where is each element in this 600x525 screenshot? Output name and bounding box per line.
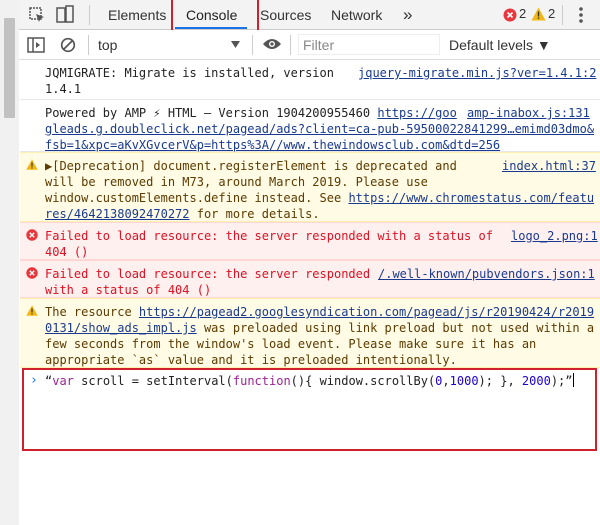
live-expression-eye-icon[interactable]: [262, 37, 282, 51]
prompt-chevron-icon: ›: [30, 373, 38, 388]
prompt-token: ,: [442, 374, 450, 388]
toolbar-divider-3: [290, 35, 291, 55]
message-source-link[interactable]: /.well-known/pubvendors.json:1: [378, 266, 595, 282]
warning-icon: [26, 305, 38, 316]
prompt-token: scroll = setInterval(: [73, 374, 233, 388]
message-text: 1.4.1: [45, 82, 82, 96]
console-warning-preload: The resource https://pagead2.googlesyndi…: [20, 298, 600, 368]
context-dropdown-icon[interactable]: [231, 41, 240, 48]
kebab-menu-icon[interactable]: [577, 6, 585, 24]
console-warning-deprecation: ▶[Deprecation] document.registerElement …: [20, 152, 600, 222]
message-url-link[interactable]: 0131/show_ads_impl.js: [45, 321, 197, 335]
message-url-link[interactable]: https://pagead2.googlesyndication.com/pa…: [139, 305, 594, 319]
error-count[interactable]: 2: [519, 6, 526, 21]
tab-divider: [89, 5, 90, 25]
message-text: Failed to load resource: the server resp…: [45, 267, 378, 281]
message-text: 404 (): [45, 245, 89, 259]
console-input[interactable]: “var scroll = setInterval(function(){ wi…: [45, 373, 574, 388]
tab-elements[interactable]: Elements: [108, 0, 166, 30]
toolbar-divider: [88, 35, 89, 55]
message-text: Powered by AMP ⚡ HTML – Version 19042009…: [45, 106, 378, 120]
tab-network[interactable]: Network: [331, 0, 382, 30]
prompt-token: (){ window.scrollBy(: [290, 374, 436, 388]
console-error-pubvendors: Failed to load resource: the server resp…: [20, 260, 600, 298]
log-levels-dropdown[interactable]: Default levels ▼: [449, 37, 551, 53]
message-source-link[interactable]: index.html:37: [502, 158, 596, 174]
prompt-token-number: 1000: [449, 374, 479, 388]
error-icon: [26, 229, 38, 241]
filter-input[interactable]: [298, 34, 440, 55]
warning-count[interactable]: 2: [548, 6, 555, 21]
message-text: JQMIGRATE: Migrate is installed, version: [45, 66, 334, 80]
message-source-link[interactable]: amp-inabox.js:131: [467, 105, 590, 121]
prompt-token: ”: [565, 374, 573, 388]
context-selector[interactable]: top: [98, 37, 117, 53]
clear-console-icon[interactable]: [60, 37, 76, 53]
message-text: for more details.: [189, 207, 320, 221]
message-url-link[interactable]: https://goo: [377, 106, 456, 120]
console-message-amp: Powered by AMP ⚡ HTML – Version 19042009…: [20, 100, 600, 152]
message-text: appropriate `as` value and it is preload…: [45, 353, 457, 367]
message-url-link[interactable]: res/4642138092470272: [45, 207, 190, 221]
message-source-link[interactable]: jquery-migrate.min.js?ver=1.4.1:2: [358, 65, 596, 81]
prompt-token-keyword: var: [52, 374, 74, 388]
prompt-token-number: 2000: [521, 374, 551, 388]
message-url-link[interactable]: gleads.g.doubleclick.net/pagead/ads?clie…: [45, 122, 594, 136]
message-text: Failed to load resource: the server resp…: [45, 229, 493, 243]
warning-icon: [26, 159, 38, 170]
inspect-element-icon[interactable]: [28, 6, 46, 24]
message-text: will be removed in M73, around March 201…: [45, 175, 428, 189]
message-text: few seconds from the window's load event…: [45, 337, 537, 351]
console-scrollbar[interactable]: [0, 0, 19, 525]
prompt-token: );: [550, 374, 566, 388]
text-cursor: [572, 373, 574, 387]
badge-divider: [562, 5, 563, 25]
console-error-logo: Failed to load resource: the server resp…: [20, 222, 600, 260]
scrollbar-thumb[interactable]: [4, 18, 15, 118]
message-text: window.customElements.define instead. Se…: [45, 191, 349, 205]
sidebar-toggle-icon[interactable]: [27, 37, 45, 53]
prompt-token: ); },: [478, 374, 522, 388]
message-url-link[interactable]: https://www.chromestatus.com/featu: [348, 191, 594, 205]
error-icon: [26, 267, 38, 279]
tab-sources[interactable]: Sources: [260, 0, 311, 30]
console-message-jqmigrate: JQMIGRATE: Migrate is installed, version…: [20, 60, 600, 100]
more-tabs-button[interactable]: »: [403, 0, 412, 30]
error-count-icon: [503, 8, 517, 22]
warning-count-icon: [531, 7, 546, 21]
message-text: with a status of 404 (): [45, 283, 212, 297]
message-text: The resource: [45, 305, 139, 319]
message-url-link[interactable]: fsb=1&xpc=aKvXGvcerV&p=https%3A//www.the…: [45, 138, 500, 152]
message-text: was preloaded using link preload but not…: [196, 321, 595, 335]
prompt-token-keyword: function: [232, 374, 291, 388]
message-source-link[interactable]: logo_2.png:1: [511, 228, 598, 244]
device-toolbar-icon[interactable]: [56, 5, 74, 25]
message-text[interactable]: ▶[Deprecation] document.registerElement …: [45, 159, 457, 173]
toolbar-divider-2: [252, 35, 253, 55]
